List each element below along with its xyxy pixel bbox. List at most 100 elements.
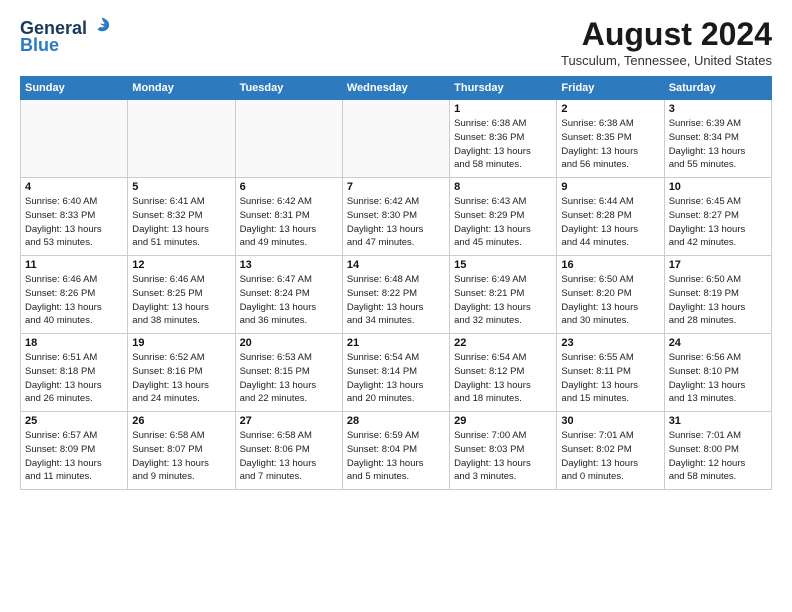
calendar-table: Sunday Monday Tuesday Wednesday Thursday… bbox=[20, 76, 772, 490]
calendar-cell: 30Sunrise: 7:01 AM Sunset: 8:02 PM Dayli… bbox=[557, 412, 664, 490]
calendar-cell: 27Sunrise: 6:58 AM Sunset: 8:06 PM Dayli… bbox=[235, 412, 342, 490]
calendar-cell: 22 Sunrise: 6:54 AM Sunset: 8:12 PM Dayli… bbox=[450, 334, 557, 412]
day-number: 30 bbox=[561, 415, 659, 427]
day-number: 19 bbox=[132, 337, 230, 349]
day-info: Sunrise: 6:45 AM Sunset: 8:27 PM Dayligh… bbox=[669, 195, 767, 250]
day-number: 12 bbox=[132, 259, 230, 271]
day-info: Sunrise: 6:59 AM Sunset: 8:04 PM Dayligh… bbox=[347, 429, 445, 484]
day-number: 31 bbox=[669, 415, 767, 427]
calendar-cell: 29Sunrise: 7:00 AM Sunset: 8:03 PM Dayli… bbox=[450, 412, 557, 490]
day-info: Sunrise: 7:01 AM Sunset: 8:00 PM Dayligh… bbox=[669, 429, 767, 484]
col-sunday: Sunday bbox=[21, 77, 128, 100]
location: Tusculum, Tennessee, United States bbox=[561, 53, 772, 68]
calendar-cell: 26Sunrise: 6:58 AM Sunset: 8:07 PM Dayli… bbox=[128, 412, 235, 490]
day-number: 28 bbox=[347, 415, 445, 427]
month-year: August 2024 bbox=[561, 16, 772, 53]
day-number: 6 bbox=[240, 181, 338, 193]
calendar-cell: 1 Sunrise: 6:38 AM Sunset: 8:36 PM Daylig… bbox=[450, 100, 557, 178]
calendar-cell: 3Sunrise: 6:39 AM Sunset: 8:34 PM Daylig… bbox=[664, 100, 771, 178]
calendar-cell: 13 Sunrise: 6:47 AM Sunset: 8:24 PM Dayli… bbox=[235, 256, 342, 334]
day-info: Sunrise: 6:50 AM Sunset: 8:20 PM Dayligh… bbox=[561, 273, 659, 328]
logo-bird-icon bbox=[93, 16, 111, 34]
day-number: 18 bbox=[25, 337, 123, 349]
day-info: Sunrise: 6:41 AM Sunset: 8:32 PM Dayligh… bbox=[132, 195, 230, 250]
calendar-cell: 6 Sunrise: 6:42 AM Sunset: 8:31 PM Daylig… bbox=[235, 178, 342, 256]
calendar-cell: 2Sunrise: 6:38 AM Sunset: 8:35 PM Daylig… bbox=[557, 100, 664, 178]
page: General Blue August 2024 Tusculum, Tenne… bbox=[0, 0, 792, 500]
calendar-cell: 31 Sunrise: 7:01 AM Sunset: 8:00 PM Dayli… bbox=[664, 412, 771, 490]
calendar-cell bbox=[235, 100, 342, 178]
day-number: 24 bbox=[669, 337, 767, 349]
day-number: 15 bbox=[454, 259, 552, 271]
day-number: 1 bbox=[454, 103, 552, 115]
calendar-week-4: 18 Sunrise: 6:51 AM Sunset: 8:18 PM Dayli… bbox=[21, 334, 772, 412]
day-number: 23 bbox=[561, 337, 659, 349]
header: General Blue August 2024 Tusculum, Tenne… bbox=[20, 16, 772, 68]
calendar-cell: 23 Sunrise: 6:55 AM Sunset: 8:11 PM Dayli… bbox=[557, 334, 664, 412]
day-number: 14 bbox=[347, 259, 445, 271]
day-info: Sunrise: 6:55 AM Sunset: 8:11 PM Dayligh… bbox=[561, 351, 659, 406]
day-number: 10 bbox=[669, 181, 767, 193]
day-info: Sunrise: 6:57 AM Sunset: 8:09 PM Dayligh… bbox=[25, 429, 123, 484]
day-info: Sunrise: 6:54 AM Sunset: 8:12 PM Dayligh… bbox=[454, 351, 552, 406]
calendar-cell: 14 Sunrise: 6:48 AM Sunset: 8:22 PM Dayli… bbox=[342, 256, 449, 334]
day-number: 16 bbox=[561, 259, 659, 271]
day-number: 8 bbox=[454, 181, 552, 193]
day-info: Sunrise: 6:38 AM Sunset: 8:35 PM Dayligh… bbox=[561, 117, 659, 172]
day-info: Sunrise: 6:52 AM Sunset: 8:16 PM Dayligh… bbox=[132, 351, 230, 406]
calendar-cell: 19 Sunrise: 6:52 AM Sunset: 8:16 PM Dayli… bbox=[128, 334, 235, 412]
day-info: Sunrise: 6:38 AM Sunset: 8:36 PM Dayligh… bbox=[454, 117, 552, 172]
calendar-header-row: Sunday Monday Tuesday Wednesday Thursday… bbox=[21, 77, 772, 100]
col-friday: Friday bbox=[557, 77, 664, 100]
day-number: 9 bbox=[561, 181, 659, 193]
calendar-week-2: 4Sunrise: 6:40 AM Sunset: 8:33 PM Daylig… bbox=[21, 178, 772, 256]
calendar-cell: 11 Sunrise: 6:46 AM Sunset: 8:26 PM Dayli… bbox=[21, 256, 128, 334]
day-number: 25 bbox=[25, 415, 123, 427]
calendar-cell bbox=[342, 100, 449, 178]
col-thursday: Thursday bbox=[450, 77, 557, 100]
col-tuesday: Tuesday bbox=[235, 77, 342, 100]
day-number: 5 bbox=[132, 181, 230, 193]
calendar-week-5: 25 Sunrise: 6:57 AM Sunset: 8:09 PM Dayli… bbox=[21, 412, 772, 490]
day-number: 4 bbox=[25, 181, 123, 193]
day-number: 11 bbox=[25, 259, 123, 271]
day-number: 3 bbox=[669, 103, 767, 115]
day-info: Sunrise: 6:49 AM Sunset: 8:21 PM Dayligh… bbox=[454, 273, 552, 328]
calendar-cell: 15 Sunrise: 6:49 AM Sunset: 8:21 PM Dayli… bbox=[450, 256, 557, 334]
day-info: Sunrise: 6:46 AM Sunset: 8:26 PM Dayligh… bbox=[25, 273, 123, 328]
day-info: Sunrise: 6:51 AM Sunset: 8:18 PM Dayligh… bbox=[25, 351, 123, 406]
col-monday: Monday bbox=[128, 77, 235, 100]
logo: General Blue bbox=[20, 16, 111, 56]
calendar-cell bbox=[128, 100, 235, 178]
calendar-cell: 21Sunrise: 6:54 AM Sunset: 8:14 PM Dayli… bbox=[342, 334, 449, 412]
day-info: Sunrise: 6:44 AM Sunset: 8:28 PM Dayligh… bbox=[561, 195, 659, 250]
calendar-cell: 18 Sunrise: 6:51 AM Sunset: 8:18 PM Dayli… bbox=[21, 334, 128, 412]
day-info: Sunrise: 6:47 AM Sunset: 8:24 PM Dayligh… bbox=[240, 273, 338, 328]
calendar-cell: 9 Sunrise: 6:44 AM Sunset: 8:28 PM Daylig… bbox=[557, 178, 664, 256]
col-saturday: Saturday bbox=[664, 77, 771, 100]
day-number: 21 bbox=[347, 337, 445, 349]
day-info: Sunrise: 6:48 AM Sunset: 8:22 PM Dayligh… bbox=[347, 273, 445, 328]
day-number: 17 bbox=[669, 259, 767, 271]
day-number: 20 bbox=[240, 337, 338, 349]
calendar-cell: 24 Sunrise: 6:56 AM Sunset: 8:10 PM Dayli… bbox=[664, 334, 771, 412]
calendar-week-3: 11 Sunrise: 6:46 AM Sunset: 8:26 PM Dayli… bbox=[21, 256, 772, 334]
day-info: Sunrise: 6:43 AM Sunset: 8:29 PM Dayligh… bbox=[454, 195, 552, 250]
calendar-cell: 7Sunrise: 6:42 AM Sunset: 8:30 PM Daylig… bbox=[342, 178, 449, 256]
calendar-cell: 12 Sunrise: 6:46 AM Sunset: 8:25 PM Dayli… bbox=[128, 256, 235, 334]
day-info: Sunrise: 6:56 AM Sunset: 8:10 PM Dayligh… bbox=[669, 351, 767, 406]
day-number: 13 bbox=[240, 259, 338, 271]
calendar-cell: 28 Sunrise: 6:59 AM Sunset: 8:04 PM Dayli… bbox=[342, 412, 449, 490]
calendar-cell: 5 Sunrise: 6:41 AM Sunset: 8:32 PM Daylig… bbox=[128, 178, 235, 256]
day-info: Sunrise: 6:46 AM Sunset: 8:25 PM Dayligh… bbox=[132, 273, 230, 328]
calendar-cell: 10 Sunrise: 6:45 AM Sunset: 8:27 PM Dayli… bbox=[664, 178, 771, 256]
title-block: August 2024 Tusculum, Tennessee, United … bbox=[561, 16, 772, 68]
day-info: Sunrise: 6:42 AM Sunset: 8:31 PM Dayligh… bbox=[240, 195, 338, 250]
calendar-cell: 8 Sunrise: 6:43 AM Sunset: 8:29 PM Daylig… bbox=[450, 178, 557, 256]
calendar-cell: 4Sunrise: 6:40 AM Sunset: 8:33 PM Daylig… bbox=[21, 178, 128, 256]
day-info: Sunrise: 6:42 AM Sunset: 8:30 PM Dayligh… bbox=[347, 195, 445, 250]
day-number: 22 bbox=[454, 337, 552, 349]
calendar-cell: 20 Sunrise: 6:53 AM Sunset: 8:15 PM Dayli… bbox=[235, 334, 342, 412]
day-info: Sunrise: 6:53 AM Sunset: 8:15 PM Dayligh… bbox=[240, 351, 338, 406]
calendar-cell: 16 Sunrise: 6:50 AM Sunset: 8:20 PM Dayli… bbox=[557, 256, 664, 334]
